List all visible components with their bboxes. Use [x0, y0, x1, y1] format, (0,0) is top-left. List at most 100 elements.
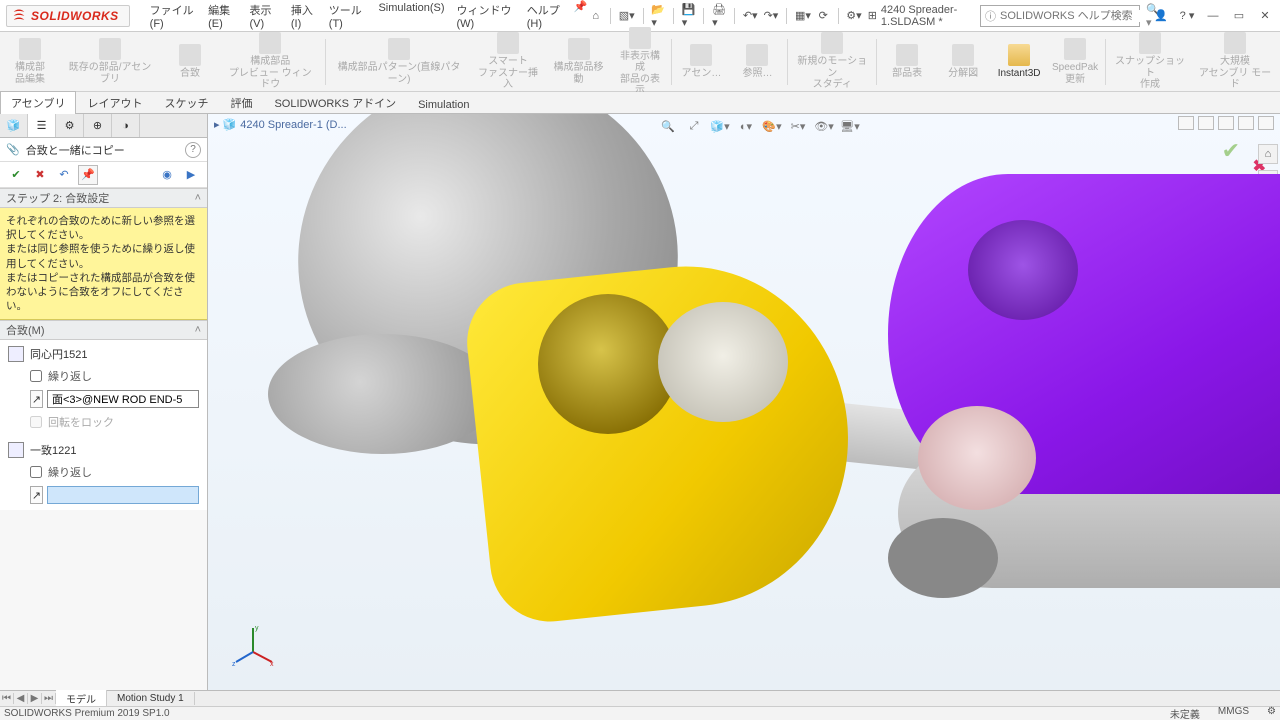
pm-undo-button[interactable]: ↶	[54, 165, 74, 185]
fm-tab-dim[interactable]: ⊕	[84, 114, 112, 137]
fm-tab-config[interactable]: ⚙	[56, 114, 84, 137]
user-icon[interactable]: 👤	[1152, 7, 1170, 25]
motion-first-icon[interactable]: ⏮	[0, 693, 14, 704]
orientation-triad[interactable]: y x z	[230, 622, 276, 668]
options-icon[interactable]: ⚙▾	[846, 7, 861, 25]
menu-window[interactable]: ウィンドウ(W)	[451, 0, 521, 34]
mate1-repeat[interactable]: 繰り返し	[30, 368, 199, 384]
mate2-repeat[interactable]: 繰り返し	[30, 464, 199, 480]
menu-help[interactable]: ヘルプ(H)	[521, 0, 572, 34]
viewport-max-icon[interactable]	[1238, 116, 1254, 130]
undo-icon[interactable]: ↶▾	[743, 7, 758, 25]
save-icon[interactable]: 💾▾	[682, 7, 696, 25]
help-icon[interactable]: ? ▾	[1178, 7, 1196, 25]
hud-scene-icon[interactable]: 🎨▾	[762, 116, 782, 136]
pm-help-icon[interactable]: ?	[185, 142, 201, 158]
hud-render-icon[interactable]: 🖥▾	[840, 116, 860, 136]
status-units[interactable]: MMGS	[1218, 706, 1249, 721]
motion-prev-icon[interactable]: ◀	[14, 693, 28, 704]
menu-file[interactable]: ファイル(F)	[144, 0, 202, 34]
pm-ok-button[interactable]: ✔	[6, 165, 26, 185]
mate1-flip-button[interactable]: ↗	[30, 390, 43, 408]
cmd-speedpak: SpeedPak更新	[1049, 36, 1101, 87]
cmd-edit-component: 構成部品編集	[4, 36, 56, 87]
cmd-preview-window: 構成部品プレビュー ウィンドウ	[220, 30, 321, 93]
fm-tab-property[interactable]: ☰	[28, 114, 56, 137]
pm-title: 合致と一緒にコピー	[26, 142, 125, 158]
print-icon[interactable]: 🖨▾	[712, 7, 726, 25]
tab-sketch[interactable]: スケッチ	[153, 91, 219, 114]
model-purple-hole1	[968, 220, 1078, 320]
menu-pin-icon[interactable]: 📌	[571, 0, 589, 16]
model-yellow-hole2	[658, 302, 788, 422]
mate2-ref-field[interactable]	[47, 486, 199, 504]
tab-layout[interactable]: レイアウト	[76, 91, 153, 114]
status-bar: SOLIDWORKS Premium 2019 SP1.0 未定義 MMGS ⚙	[0, 706, 1280, 720]
fm-tab-display[interactable]: ◑	[112, 114, 140, 137]
open-icon[interactable]: 📂▾	[651, 7, 665, 25]
menu-insert[interactable]: 挿入(I)	[285, 0, 323, 34]
pm-prev-button[interactable]: ◉	[157, 165, 177, 185]
mate1-lock-rotation[interactable]: 回転をロック	[30, 414, 199, 430]
tab-assembly[interactable]: アセンブリ	[0, 91, 76, 114]
app-logo[interactable]: SOLIDWORKS	[6, 5, 130, 27]
menu-sim[interactable]: Simulation(S)	[372, 0, 450, 34]
window-min-icon[interactable]: —	[1204, 7, 1222, 25]
mate1-ref-field[interactable]	[47, 390, 199, 408]
viewport-link-icon[interactable]	[1198, 116, 1214, 130]
cmd-instant3d[interactable]: Instant3D	[993, 42, 1045, 82]
home-icon[interactable]: ⌂	[589, 7, 602, 25]
motion-next-icon[interactable]: ▶	[28, 693, 42, 704]
model-purple-hole2	[918, 406, 1036, 510]
menu-tools[interactable]: ツール(T)	[323, 0, 373, 34]
confirm-ok-icon[interactable]: ✔	[1222, 138, 1240, 164]
graphics-viewport[interactable]: ▸ 🧊 4240 Spreader-1 (D... 🔍 ⤢ 🧊▾ ◐▾ 🎨▾ ✂…	[208, 114, 1280, 692]
viewport-min-icon[interactable]	[1218, 116, 1234, 130]
help-search-input[interactable]	[1000, 10, 1142, 22]
document-name[interactable]: ⊞ 4240 Spreader-1.SLDASM *	[868, 4, 974, 28]
tab-simulation[interactable]: Simulation	[407, 95, 480, 114]
tab-addins[interactable]: SOLIDWORKS アドイン	[263, 91, 407, 114]
pm-step-header[interactable]: ステップ 2: 合致設定 ˄	[0, 188, 207, 208]
mate2-name: 一致1221	[30, 442, 76, 458]
viewport-split-icon[interactable]	[1178, 116, 1194, 130]
breadcrumb[interactable]: ▸ 🧊 4240 Spreader-1 (D...	[214, 118, 347, 131]
hud-section-icon[interactable]: ✂▾	[788, 116, 808, 136]
window-close-icon[interactable]: ✕	[1256, 7, 1274, 25]
pm-pushpin-button[interactable]: 📌	[78, 165, 98, 185]
select-icon[interactable]: ▦▾	[795, 7, 811, 25]
tab-motion-study[interactable]: Motion Study 1	[107, 692, 195, 705]
hud-orient-icon[interactable]: 🧊▾	[710, 116, 730, 136]
cmd-smart-fastener: スマートファスナー挿入	[473, 30, 544, 93]
search-info-icon: ⓘ	[985, 8, 996, 24]
cmd-insert-component: 既存の部品/アセンブリ	[60, 36, 160, 87]
hud-fit-icon[interactable]: ⤢	[684, 116, 704, 136]
rebuild-icon[interactable]: ⟳	[817, 7, 830, 25]
cmd-snapshot: スナップショット作成	[1110, 30, 1190, 93]
menu-edit[interactable]: 編集(E)	[202, 0, 243, 34]
mate-concentric[interactable]: 同心円1521	[8, 346, 199, 362]
new-icon[interactable]: ▧▾	[619, 7, 635, 25]
menu-view[interactable]: 表示(V)	[244, 0, 285, 34]
cmd-bom: 部品表	[881, 42, 933, 82]
help-search[interactable]: ⓘ 🔍▾	[980, 5, 1140, 27]
tab-model[interactable]: モデル	[56, 690, 107, 707]
hud-hide-icon[interactable]: 👁▾	[814, 116, 834, 136]
svg-text:x: x	[270, 661, 274, 668]
window-max-icon[interactable]: ▭	[1230, 7, 1248, 25]
tab-evaluate[interactable]: 評価	[219, 91, 263, 114]
redo-icon[interactable]: ↷▾	[764, 7, 779, 25]
pm-cancel-button[interactable]: ✖	[30, 165, 50, 185]
viewport-close-icon[interactable]	[1258, 116, 1274, 130]
fm-tab-feature[interactable]: 🧊	[0, 114, 28, 137]
motion-last-icon[interactable]: ⏭	[42, 693, 56, 704]
hud-displaystyle-icon[interactable]: ◐▾	[736, 116, 756, 136]
model-hole	[888, 518, 998, 598]
pm-mates-header[interactable]: 合致(M) ˄	[0, 320, 207, 340]
status-custom-icon[interactable]: ⚙	[1267, 706, 1276, 721]
taskpane-home-icon[interactable]: ⌂	[1258, 144, 1278, 164]
mate-coincident[interactable]: 一致1221	[8, 442, 199, 458]
hud-zoom-icon[interactable]: 🔍	[658, 116, 678, 136]
mate2-flip-button[interactable]: ↗	[30, 486, 43, 504]
pm-next-button[interactable]: ▶	[181, 165, 201, 185]
